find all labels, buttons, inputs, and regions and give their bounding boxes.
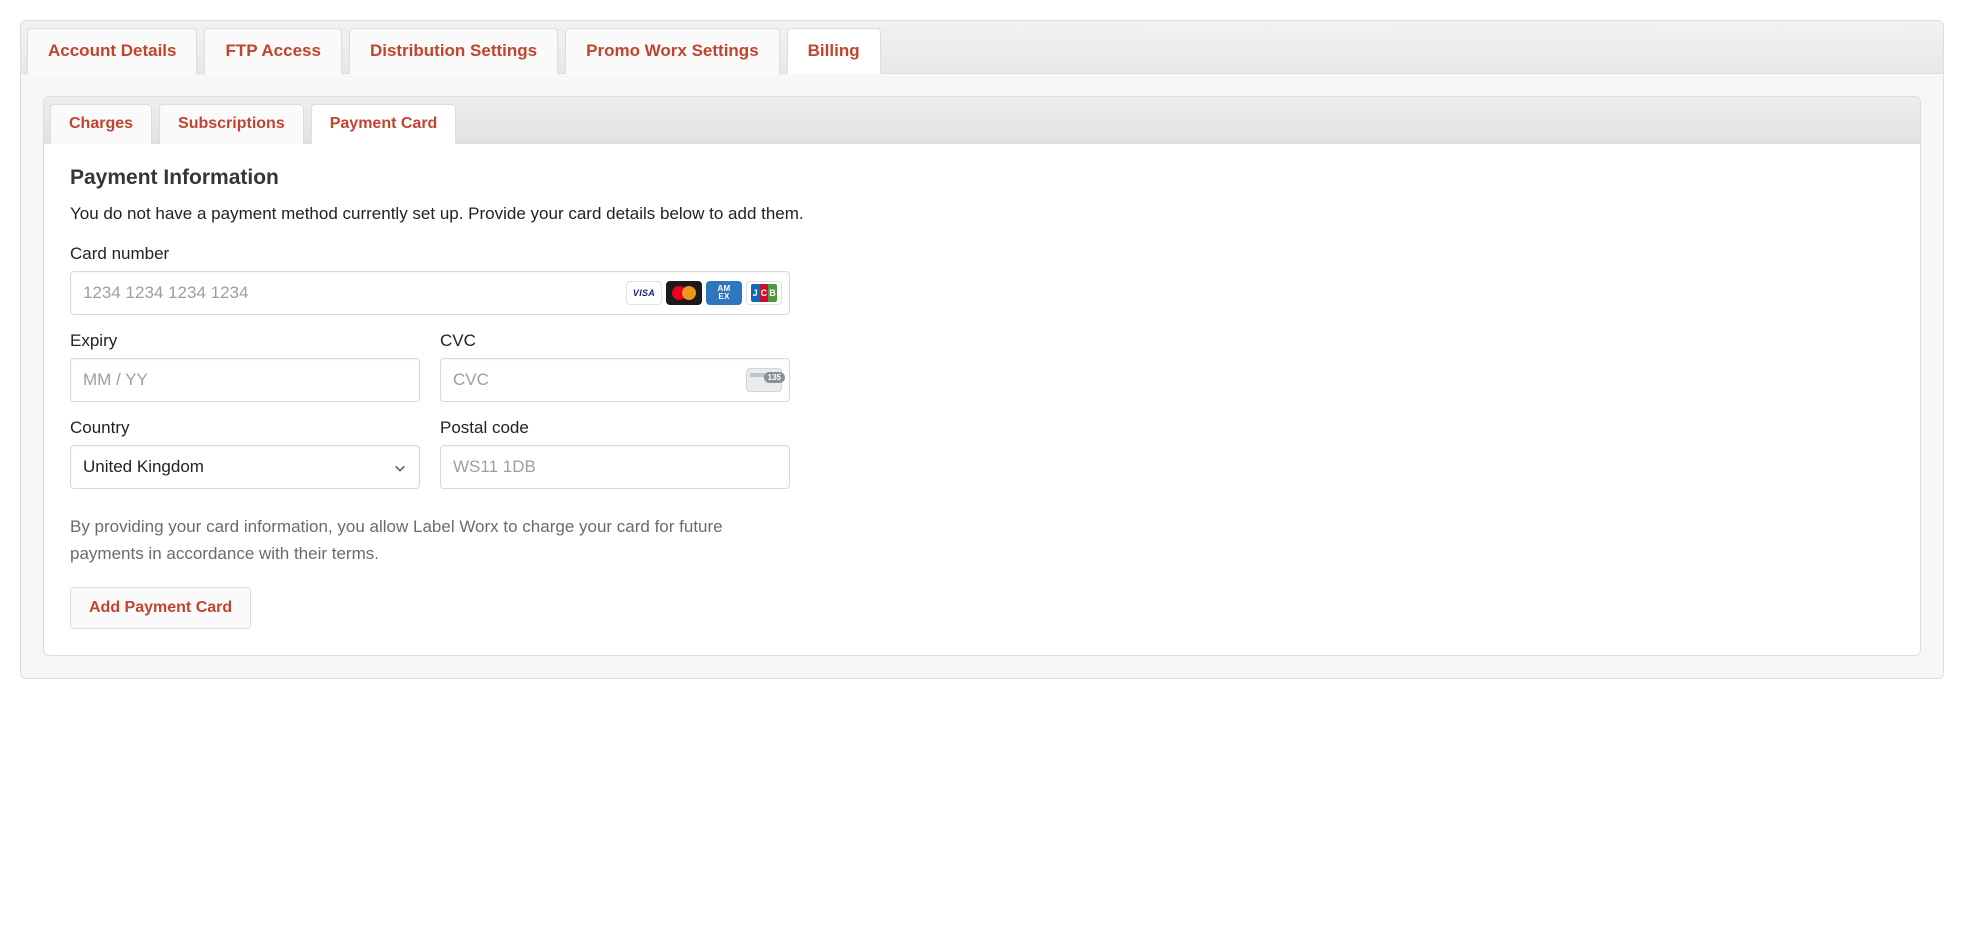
tab-billing[interactable]: Billing bbox=[787, 28, 881, 74]
expiry-input[interactable] bbox=[70, 358, 420, 402]
disclaimer-text: By providing your card information, you … bbox=[70, 513, 770, 567]
tab-ftp-access[interactable]: FTP Access bbox=[204, 28, 341, 74]
section-intro: You do not have a payment method current… bbox=[70, 204, 1894, 224]
secondary-tab-bar: Charges Subscriptions Payment Card bbox=[44, 97, 1920, 144]
primary-tab-bar: Account Details FTP Access Distribution … bbox=[21, 21, 1943, 74]
country-select[interactable]: United Kingdom bbox=[70, 445, 420, 489]
expiry-label: Expiry bbox=[70, 331, 420, 351]
card-number-label: Card number bbox=[70, 244, 790, 264]
section-title: Payment Information bbox=[70, 166, 1894, 190]
cvc-hint-icon bbox=[746, 368, 782, 392]
tab-charges[interactable]: Charges bbox=[50, 104, 152, 144]
tab-payment-card[interactable]: Payment Card bbox=[311, 104, 457, 144]
visa-icon: VISA bbox=[626, 281, 662, 305]
mastercard-icon bbox=[666, 281, 702, 305]
tab-distribution-settings[interactable]: Distribution Settings bbox=[349, 28, 558, 74]
billing-inner-panel: Charges Subscriptions Payment Card Payme… bbox=[43, 96, 1921, 656]
tab-account-details[interactable]: Account Details bbox=[27, 28, 197, 74]
cvc-label: CVC bbox=[440, 331, 790, 351]
add-payment-card-button[interactable]: Add Payment Card bbox=[70, 587, 251, 629]
country-value: United Kingdom bbox=[83, 457, 204, 477]
country-label: Country bbox=[70, 418, 420, 438]
amex-icon: AMEX bbox=[706, 281, 742, 305]
billing-panel: Charges Subscriptions Payment Card Payme… bbox=[21, 74, 1943, 678]
chevron-down-icon bbox=[393, 460, 407, 474]
account-settings-panel: Account Details FTP Access Distribution … bbox=[20, 20, 1944, 679]
postal-code-label: Postal code bbox=[440, 418, 790, 438]
tab-subscriptions[interactable]: Subscriptions bbox=[159, 104, 304, 144]
tab-promo-worx-settings[interactable]: Promo Worx Settings bbox=[565, 28, 780, 74]
payment-card-content: Payment Information You do not have a pa… bbox=[44, 144, 1920, 655]
postal-code-input[interactable] bbox=[440, 445, 790, 489]
card-brand-icons: VISA AMEX JCB bbox=[626, 281, 782, 305]
cvc-input[interactable] bbox=[440, 358, 790, 402]
payment-form: Card number VISA AMEX JCB bbox=[70, 244, 790, 489]
jcb-icon: JCB bbox=[746, 281, 782, 305]
